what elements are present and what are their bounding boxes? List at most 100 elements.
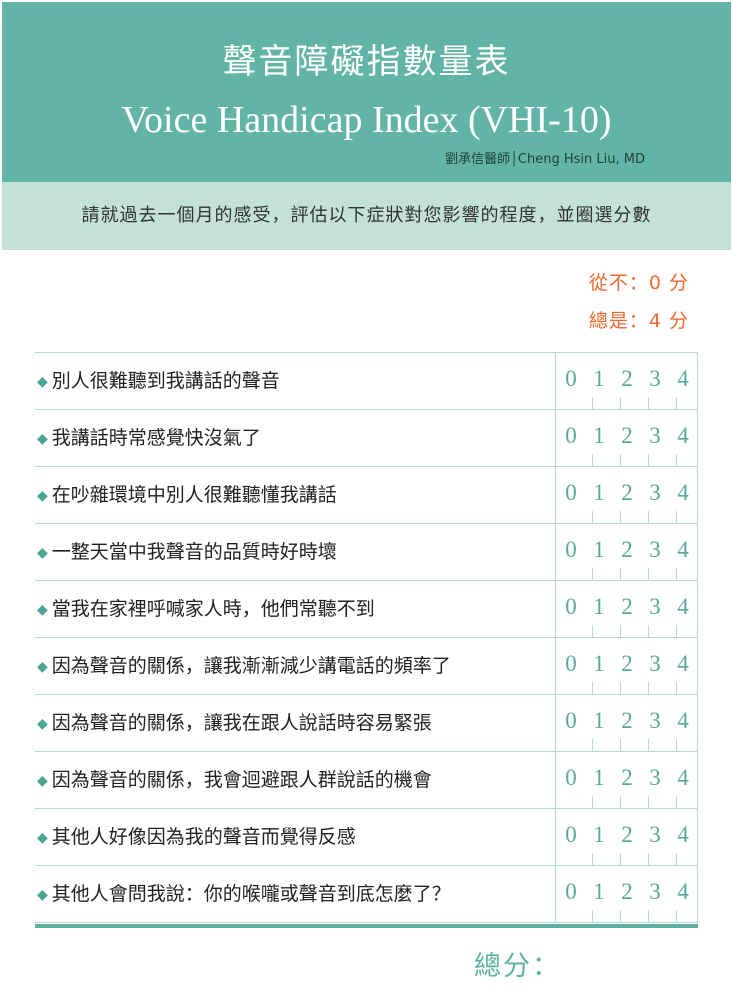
score-option-1[interactable]: 1 xyxy=(589,707,609,735)
score-option-2[interactable]: 2 xyxy=(617,593,637,621)
score-tick xyxy=(592,568,593,580)
instruction-text: 請就過去一個月的感受，評估以下症狀對您影響的程度，並圈選分數 xyxy=(2,182,731,250)
score-option-4[interactable]: 4 xyxy=(673,878,693,906)
score-option-4[interactable]: 4 xyxy=(673,764,693,792)
question-label: 其他人會問我說：你的喉嚨或聲音到底怎麼了？ xyxy=(51,883,451,905)
score-option-1[interactable]: 1 xyxy=(589,821,609,849)
score-options: 01234 xyxy=(561,638,695,694)
score-option-2[interactable]: 2 xyxy=(617,365,637,393)
score-option-3[interactable]: 3 xyxy=(645,650,665,678)
score-option-2[interactable]: 2 xyxy=(617,536,637,564)
score-option-0[interactable]: 0 xyxy=(561,878,581,906)
question-row: ◆ 一整天當中我聲音的品質時好時壞 0 1 2 3 4 xyxy=(35,523,698,580)
question-text: ◆ 當我在家裡呼喊家人時，他們常聽不到 xyxy=(37,581,375,637)
question-text: ◆ 因為聲音的關係，讓我漸漸減少講電話的頻率了 xyxy=(37,638,451,694)
score-tick xyxy=(620,397,621,409)
score-option-0[interactable]: 0 xyxy=(561,365,581,393)
score-option-1[interactable]: 1 xyxy=(589,764,609,792)
score-option-3[interactable]: 3 xyxy=(645,821,665,849)
score-option-4[interactable]: 4 xyxy=(673,593,693,621)
score-option-3[interactable]: 3 xyxy=(645,422,665,450)
score-option-0[interactable]: 0 xyxy=(561,479,581,507)
score-option-4[interactable]: 4 xyxy=(673,536,693,564)
score-option-0[interactable]: 0 xyxy=(561,422,581,450)
score-tick xyxy=(620,910,621,922)
question-row: ◆ 我講話時常感覺快沒氣了 0 1 2 3 4 xyxy=(35,409,698,466)
score-tick xyxy=(676,739,677,751)
diamond-bullet-icon: ◆ xyxy=(37,659,48,675)
question-text: ◆ 在吵雜環境中別人很難聽懂我講話 xyxy=(37,467,337,523)
score-option-3[interactable]: 3 xyxy=(645,707,665,735)
question-label: 在吵雜環境中別人很難聽懂我講話 xyxy=(51,484,337,506)
table-right-edge xyxy=(697,524,698,580)
score-option-2[interactable]: 2 xyxy=(617,878,637,906)
score-tick xyxy=(620,739,621,751)
score-option-0[interactable]: 0 xyxy=(561,707,581,735)
score-option-1[interactable]: 1 xyxy=(589,479,609,507)
score-tick xyxy=(648,625,649,637)
column-divider xyxy=(555,809,556,865)
author-credit: 劉承信醫師│Cheng Hsin Liu, MD xyxy=(445,152,645,167)
diamond-bullet-icon: ◆ xyxy=(37,431,48,447)
score-option-1[interactable]: 1 xyxy=(589,878,609,906)
column-divider xyxy=(555,581,556,637)
score-tick xyxy=(648,853,649,865)
diamond-bullet-icon: ◆ xyxy=(37,887,48,903)
score-option-1[interactable]: 1 xyxy=(589,650,609,678)
score-options: 01234 xyxy=(561,524,695,580)
score-tick xyxy=(648,682,649,694)
score-option-3[interactable]: 3 xyxy=(645,593,665,621)
legend-never: 從不：0 分 xyxy=(588,272,689,294)
question-text: ◆ 一整天當中我聲音的品質時好時壞 xyxy=(37,524,337,580)
score-option-1[interactable]: 1 xyxy=(589,536,609,564)
score-tick xyxy=(620,796,621,808)
score-options: 01234 xyxy=(561,410,695,466)
table-right-edge xyxy=(697,809,698,865)
score-option-2[interactable]: 2 xyxy=(617,707,637,735)
score-option-1[interactable]: 1 xyxy=(589,422,609,450)
score-tick xyxy=(676,796,677,808)
score-option-3[interactable]: 3 xyxy=(645,878,665,906)
score-option-1[interactable]: 1 xyxy=(589,365,609,393)
score-option-4[interactable]: 4 xyxy=(673,479,693,507)
score-tick xyxy=(592,511,593,523)
score-option-3[interactable]: 3 xyxy=(645,764,665,792)
score-option-0[interactable]: 0 xyxy=(561,764,581,792)
score-option-0[interactable]: 0 xyxy=(561,650,581,678)
column-divider xyxy=(555,695,556,751)
score-option-4[interactable]: 4 xyxy=(673,650,693,678)
score-option-4[interactable]: 4 xyxy=(673,821,693,849)
score-tick xyxy=(592,625,593,637)
score-option-3[interactable]: 3 xyxy=(645,479,665,507)
table-right-edge xyxy=(697,752,698,808)
score-option-4[interactable]: 4 xyxy=(673,422,693,450)
score-option-0[interactable]: 0 xyxy=(561,536,581,564)
question-label: 其他人好像因為我的聲音而覺得反感 xyxy=(51,826,356,848)
score-tick xyxy=(676,568,677,580)
score-tick xyxy=(648,397,649,409)
score-options: 01234 xyxy=(561,866,695,922)
question-row: ◆ 在吵雜環境中別人很難聽懂我講話 0 1 2 3 4 xyxy=(35,466,698,523)
score-option-3[interactable]: 3 xyxy=(645,536,665,564)
score-tick xyxy=(620,568,621,580)
question-label: 別人很難聽到我講話的聲音 xyxy=(51,370,280,392)
score-tick xyxy=(620,853,621,865)
score-option-2[interactable]: 2 xyxy=(617,650,637,678)
score-option-1[interactable]: 1 xyxy=(589,593,609,621)
score-option-4[interactable]: 4 xyxy=(673,707,693,735)
score-tick xyxy=(648,796,649,808)
diamond-bullet-icon: ◆ xyxy=(37,374,48,390)
score-option-2[interactable]: 2 xyxy=(617,479,637,507)
score-option-0[interactable]: 0 xyxy=(561,821,581,849)
score-tick xyxy=(620,625,621,637)
score-tick xyxy=(676,454,677,466)
score-option-2[interactable]: 2 xyxy=(617,764,637,792)
score-option-4[interactable]: 4 xyxy=(673,365,693,393)
question-label: 因為聲音的關係，讓我漸漸減少講電話的頻率了 xyxy=(51,655,451,677)
score-tick xyxy=(592,796,593,808)
score-option-0[interactable]: 0 xyxy=(561,593,581,621)
score-options: 01234 xyxy=(561,809,695,865)
score-option-2[interactable]: 2 xyxy=(617,422,637,450)
score-option-2[interactable]: 2 xyxy=(617,821,637,849)
score-option-3[interactable]: 3 xyxy=(645,365,665,393)
